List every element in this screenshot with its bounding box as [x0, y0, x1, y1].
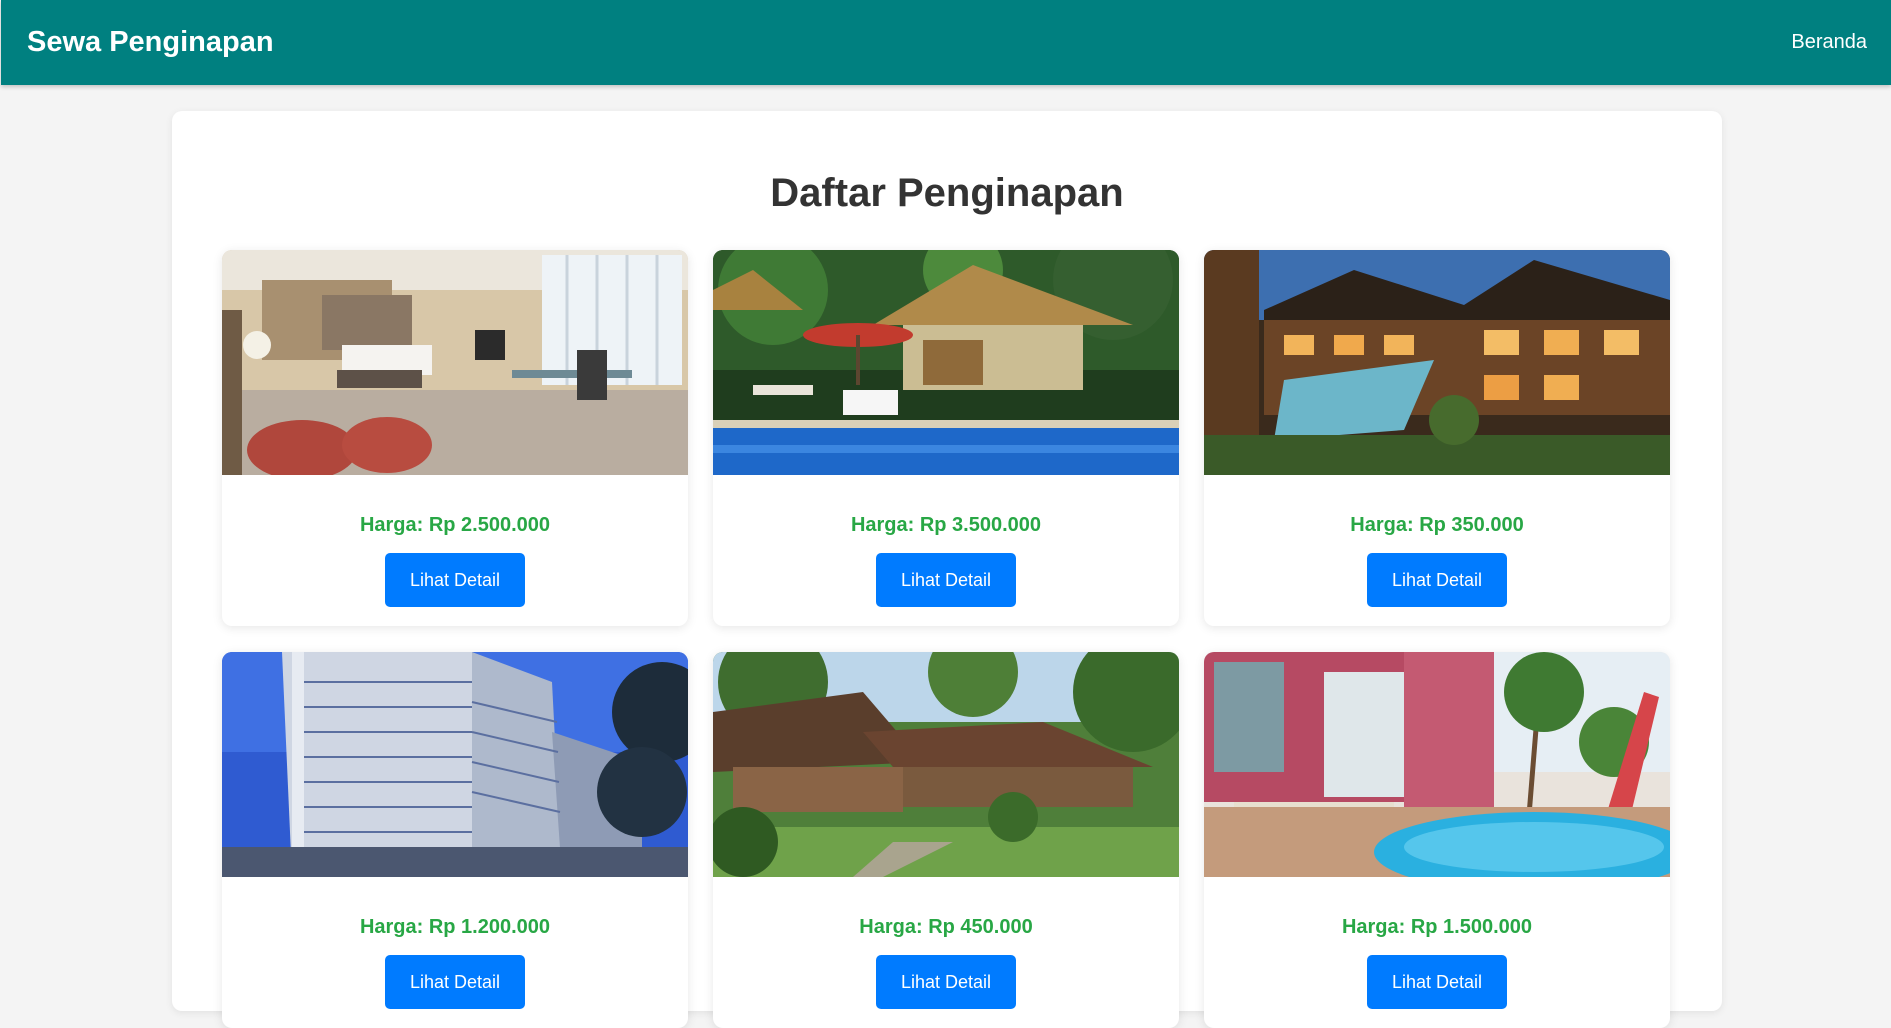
pool-villa-photo	[713, 250, 1179, 475]
top-navbar: Sewa Penginapan Beranda	[1, 0, 1891, 85]
lihat-detail-button[interactable]: Lihat Detail	[385, 955, 525, 1009]
listing-card: Harga: Rp 1.200.000 Lihat Detail	[222, 652, 688, 1028]
listing-grid: Harga: Rp 2.500.000 Lihat Detail Harga: …	[222, 250, 1672, 1028]
listing-price: Harga: Rp 350.000	[1350, 514, 1524, 536]
listing-card: Harga: Rp 350.000 Lihat Detail	[1204, 250, 1670, 626]
page-title: Daftar Penginapan	[770, 171, 1124, 215]
listing-card: Harga: Rp 3.500.000 Lihat Detail	[713, 250, 1179, 626]
listing-price: Harga: Rp 2.500.000	[359, 514, 551, 536]
poolside-hotel-photo	[1204, 652, 1670, 877]
lihat-detail-button[interactable]: Lihat Detail	[876, 553, 1016, 607]
listing-card: Harga: Rp 450.000 Lihat Detail	[713, 652, 1179, 1028]
nav-link-beranda[interactable]: Beranda	[1791, 0, 1867, 85]
wooden-resort-pool-photo	[1204, 250, 1670, 475]
listing-price: Harga: Rp 3.500.000	[850, 514, 1042, 536]
lihat-detail-button[interactable]: Lihat Detail	[876, 955, 1016, 1009]
high-rise-hotel-photo	[222, 652, 688, 877]
garden-cottage-photo	[713, 652, 1179, 877]
lihat-detail-button[interactable]: Lihat Detail	[385, 553, 525, 607]
lihat-detail-button[interactable]: Lihat Detail	[1367, 955, 1507, 1009]
hotel-room-photo	[222, 250, 688, 475]
listing-card: Harga: Rp 2.500.000 Lihat Detail	[222, 250, 688, 626]
lihat-detail-button[interactable]: Lihat Detail	[1367, 553, 1507, 607]
site-brand[interactable]: Sewa Penginapan	[27, 0, 274, 85]
listing-card: Harga: Rp 1.500.000 Lihat Detail	[1204, 652, 1670, 1028]
main-container: Daftar Penginapan Harga: Rp 2.500.000 Li…	[172, 111, 1722, 1028]
